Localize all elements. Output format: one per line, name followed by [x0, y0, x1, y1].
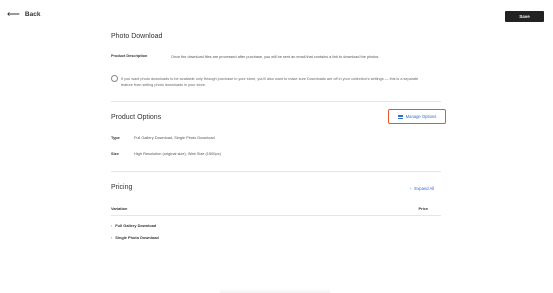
expand-all-button[interactable]: › Expand All	[410, 186, 434, 191]
variation-label: Single Photo Download	[115, 235, 159, 240]
pricing-table-header: Variation Price	[111, 206, 428, 211]
photo-download-section: Photo Download Product Description Once …	[111, 33, 441, 87]
size-label: Size	[111, 151, 119, 156]
variation-row[interactable]: › Single Photo Download	[111, 235, 159, 240]
bottom-fade	[220, 288, 330, 293]
product-description-label: Product Description	[111, 54, 148, 58]
info-icon	[111, 75, 118, 82]
product-description-text: Once the download files are processed af…	[171, 55, 380, 59]
top-bar: ⟵ Back Save	[0, 0, 553, 32]
type-value: Full Gallery Download, Single Photo Down…	[134, 135, 215, 140]
manage-options-label: Manage Options	[405, 114, 437, 119]
back-arrow-icon: ⟵	[7, 9, 20, 19]
expand-all-label: Expand All	[414, 186, 435, 191]
size-row: Size High Resolution (original size), We…	[111, 151, 221, 156]
variation-row[interactable]: › Full Gallery Download	[111, 223, 156, 228]
chevron-right-icon: ›	[111, 223, 113, 228]
save-button[interactable]: Save	[505, 11, 544, 22]
product-description-row: Product Description Once the download fi…	[111, 54, 441, 60]
type-row: Type Full Gallery Download, Single Photo…	[111, 135, 215, 140]
list-icon	[397, 114, 403, 119]
section-title-photo-download: Photo Download	[111, 33, 163, 40]
info-note: If you want photo downloads to be availa…	[111, 75, 441, 88]
divider	[111, 215, 441, 216]
info-note-text: If you want photo downloads to be availa…	[121, 77, 419, 87]
section-title-pricing: Pricing	[111, 184, 133, 191]
chevron-right-icon: ›	[111, 235, 113, 240]
type-label: Type	[111, 135, 120, 140]
variation-header: Variation	[111, 206, 128, 211]
chevron-right-icon: ›	[410, 186, 412, 191]
divider	[111, 101, 441, 102]
variation-label: Full Gallery Download	[115, 223, 157, 228]
pricing-section: Pricing	[111, 184, 441, 191]
back-button[interactable]: ⟵ Back	[7, 9, 40, 19]
size-value: High Resolution (original size), Web Siz…	[134, 151, 221, 156]
back-label: Back	[24, 10, 41, 18]
price-header: Price	[418, 206, 428, 211]
manage-options-button[interactable]: Manage Options	[388, 109, 446, 124]
divider	[111, 171, 441, 172]
